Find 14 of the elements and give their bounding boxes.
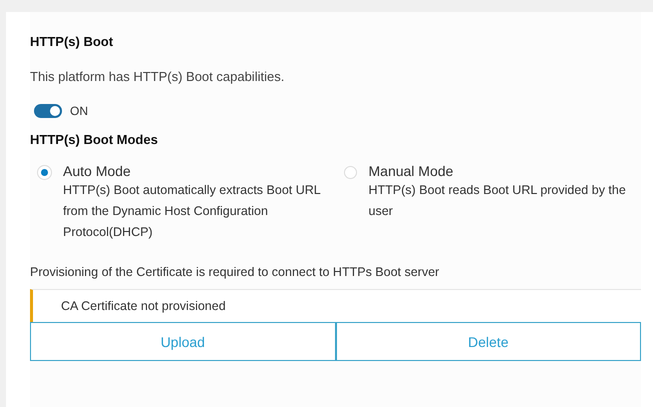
section-title: HTTP(s) Boot (30, 34, 114, 49)
description-text: This platform has HTTP(s) Boot capabilities. (30, 69, 286, 84)
mode-description: HTTP(s) Boot reads Boot URL provided by the user (368, 182, 627, 220)
mode-description: HTTP(s) Boot automatically extracts Boot URL from the Dynamic Host Configuration Protocol(DHCP) (63, 182, 322, 241)
toggle-label: ON (70, 104, 88, 118)
note-text: Provisioning of the Certificate is required to connect to HTTPs Boot server (30, 265, 440, 279)
radio-label: Auto Mode (63, 163, 132, 179)
delete-button[interactable]: Delete (336, 322, 641, 361)
toggle-switch[interactable] (34, 104, 62, 118)
radio-label: Manual Mode (368, 163, 454, 179)
status-text: CA Certificate not provisioned (61, 299, 226, 313)
radio-button[interactable] (344, 166, 356, 179)
section-title: HTTP(s) Boot Modes (30, 132, 159, 147)
upload-button[interactable]: Upload (30, 322, 336, 361)
